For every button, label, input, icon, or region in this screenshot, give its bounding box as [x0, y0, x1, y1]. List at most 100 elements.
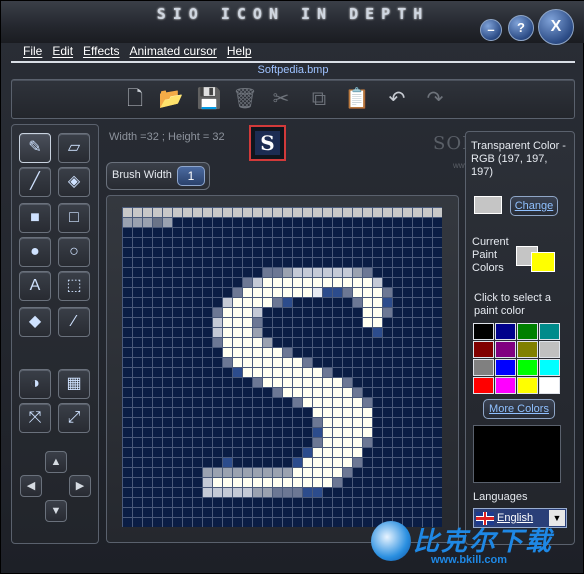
pixel[interactable]	[323, 368, 332, 377]
pixel[interactable]	[373, 208, 382, 217]
pixel[interactable]	[343, 468, 352, 477]
pixel[interactable]	[303, 398, 312, 407]
pixel[interactable]	[283, 378, 292, 387]
pixel[interactable]	[313, 288, 322, 297]
palette-swatch[interactable]	[495, 323, 516, 340]
line-tool[interactable]: ╱	[19, 167, 51, 197]
pixel[interactable]	[323, 398, 332, 407]
pixel[interactable]	[263, 358, 272, 367]
pixel[interactable]	[233, 298, 242, 307]
pixel[interactable]	[353, 458, 362, 467]
pixel[interactable]	[263, 378, 272, 387]
pixel[interactable]	[313, 428, 322, 437]
pixel[interactable]	[283, 298, 292, 307]
pixel[interactable]	[353, 428, 362, 437]
pixel[interactable]	[383, 298, 392, 307]
pixel[interactable]	[213, 308, 222, 317]
pixel[interactable]	[123, 218, 132, 227]
pixel[interactable]	[293, 288, 302, 297]
menu-animated-cursor[interactable]: Animated cursor	[130, 43, 217, 61]
pixel[interactable]	[303, 368, 312, 377]
pixel[interactable]	[423, 208, 432, 217]
pixel[interactable]	[363, 398, 372, 407]
pixel[interactable]	[363, 308, 372, 317]
pixel[interactable]	[323, 428, 332, 437]
pixel-canvas[interactable]	[122, 207, 442, 527]
pixel[interactable]	[333, 418, 342, 427]
pixel[interactable]	[333, 378, 342, 387]
redo-icon[interactable]: ↷	[422, 85, 448, 113]
pixel[interactable]	[283, 268, 292, 277]
pixel[interactable]	[223, 308, 232, 317]
pixel[interactable]	[233, 308, 242, 317]
pixel[interactable]	[273, 488, 282, 497]
palette-swatch[interactable]	[539, 359, 560, 376]
pixel[interactable]	[313, 208, 322, 217]
pixel[interactable]	[343, 408, 352, 417]
pixel[interactable]	[313, 408, 322, 417]
pixel[interactable]	[323, 438, 332, 447]
pixel[interactable]	[273, 298, 282, 307]
pixel[interactable]	[273, 478, 282, 487]
pixel[interactable]	[163, 218, 172, 227]
pixel[interactable]	[253, 328, 262, 337]
pixel[interactable]	[373, 318, 382, 327]
pixel[interactable]	[263, 488, 272, 497]
pixel[interactable]	[273, 368, 282, 377]
pixel[interactable]	[343, 428, 352, 437]
pixel[interactable]	[263, 288, 272, 297]
pixel[interactable]	[313, 468, 322, 477]
pixel[interactable]	[213, 468, 222, 477]
pixel[interactable]	[253, 358, 262, 367]
pixel[interactable]	[353, 298, 362, 307]
pixel[interactable]	[283, 388, 292, 397]
pixel[interactable]	[223, 338, 232, 347]
pixel[interactable]	[283, 278, 292, 287]
pixel[interactable]	[353, 288, 362, 297]
pixel[interactable]	[343, 278, 352, 287]
palette-swatch[interactable]	[517, 323, 538, 340]
pixel[interactable]	[373, 298, 382, 307]
pixel[interactable]	[143, 218, 152, 227]
pixel[interactable]	[393, 208, 402, 217]
pixel[interactable]	[293, 368, 302, 377]
pixel[interactable]	[143, 208, 152, 217]
pixel[interactable]	[303, 448, 312, 457]
pixel[interactable]	[183, 208, 192, 217]
pixel[interactable]	[313, 438, 322, 447]
palette-swatch[interactable]	[495, 359, 516, 376]
pixel[interactable]	[343, 288, 352, 297]
palette-swatch[interactable]	[517, 359, 538, 376]
pixel[interactable]	[293, 378, 302, 387]
pixel[interactable]	[293, 458, 302, 467]
pixel[interactable]	[223, 208, 232, 217]
pixel[interactable]	[333, 268, 342, 277]
pixel[interactable]	[353, 418, 362, 427]
pixel[interactable]	[233, 358, 242, 367]
pixel[interactable]	[353, 408, 362, 417]
pixel[interactable]	[333, 408, 342, 417]
pixel[interactable]	[323, 388, 332, 397]
pixel[interactable]	[383, 208, 392, 217]
pixel[interactable]	[333, 438, 342, 447]
brush-width-value[interactable]: 1	[177, 166, 205, 186]
palette-swatch[interactable]	[473, 341, 494, 358]
pixel[interactable]	[243, 488, 252, 497]
pixel[interactable]	[343, 418, 352, 427]
pixel[interactable]	[353, 448, 362, 457]
pixel[interactable]	[293, 478, 302, 487]
pixel[interactable]	[273, 348, 282, 357]
pixel[interactable]	[303, 478, 312, 487]
menu-file[interactable]: File	[23, 43, 42, 61]
menu-effects[interactable]: Effects	[83, 43, 119, 61]
palette-swatch[interactable]	[495, 341, 516, 358]
pixel[interactable]	[253, 298, 262, 307]
pixel[interactable]	[273, 208, 282, 217]
pixel[interactable]	[263, 338, 272, 347]
pixel[interactable]	[363, 438, 372, 447]
pixel[interactable]	[243, 318, 252, 327]
new-file-icon[interactable]: 🗋	[122, 85, 148, 113]
palette-swatch[interactable]	[539, 323, 560, 340]
pixel[interactable]	[333, 468, 342, 477]
pixel[interactable]	[243, 468, 252, 477]
